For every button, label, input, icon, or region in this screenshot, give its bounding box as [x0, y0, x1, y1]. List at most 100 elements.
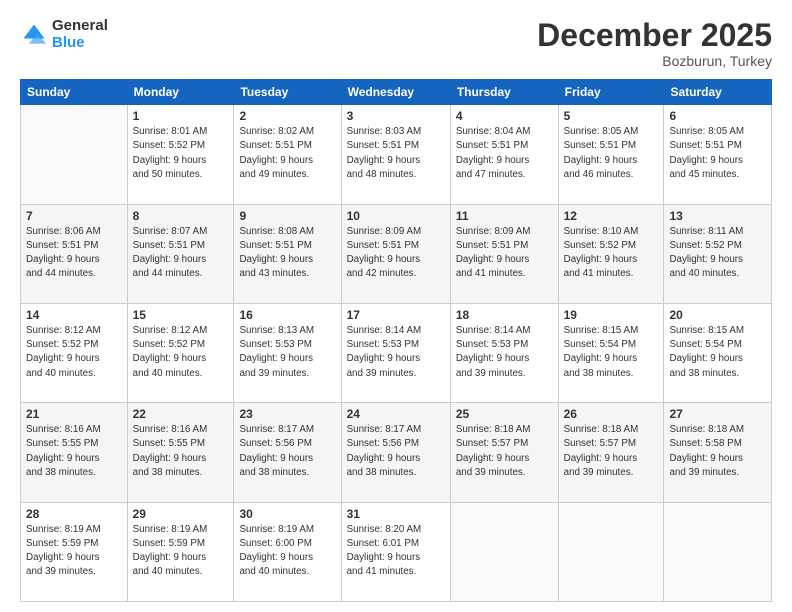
week-row-4: 21 Sunrise: 8:16 AM Sunset: 5:55 PM Dayli… — [21, 403, 772, 502]
calendar-cell — [21, 105, 128, 204]
day-info: Sunrise: 8:17 AM Sunset: 5:56 PM Dayligh… — [239, 423, 335, 480]
day-info: Sunrise: 8:20 AM Sunset: 6:01 PM Dayligh… — [347, 523, 445, 580]
calendar-cell: 30Sunrise: 8:19 AM Sunset: 6:00 PM Dayli… — [234, 502, 341, 601]
day-info: Sunrise: 8:04 AM Sunset: 5:51 PM Dayligh… — [456, 125, 553, 182]
calendar-cell: 23 Sunrise: 8:17 AM Sunset: 5:56 PM Dayli… — [234, 403, 341, 502]
day-info: Sunrise: 8:17 AM Sunset: 5:56 PM Dayligh… — [347, 423, 445, 480]
calendar-cell: 31 Sunrise: 8:20 AM Sunset: 6:01 PM Dayli… — [341, 502, 450, 601]
day-number: 9 — [239, 209, 335, 223]
day-info: Sunrise: 8:12 AM Sunset: 5:52 PM Dayligh… — [26, 324, 122, 381]
day-info: Sunrise: 8:13 AM Sunset: 5:53 PM Dayligh… — [239, 324, 335, 381]
day-number: 18 — [456, 308, 553, 322]
calendar-cell: 4 Sunrise: 8:04 AM Sunset: 5:51 PM Daylig… — [450, 105, 558, 204]
day-info: Sunrise: 8:12 AM Sunset: 5:52 PM Dayligh… — [133, 324, 229, 381]
calendar-cell: 8Sunrise: 8:07 AM Sunset: 5:51 PM Daylig… — [127, 204, 234, 303]
day-info: Sunrise: 8:15 AM Sunset: 5:54 PM Dayligh… — [669, 324, 766, 381]
calendar-cell — [558, 502, 664, 601]
calendar-cell: 7 Sunrise: 8:06 AM Sunset: 5:51 PM Daylig… — [21, 204, 128, 303]
week-row-1: 1Sunrise: 8:01 AM Sunset: 5:52 PM Daylig… — [21, 105, 772, 204]
day-number: 7 — [26, 209, 122, 223]
day-info: Sunrise: 8:10 AM Sunset: 5:52 PM Dayligh… — [564, 225, 659, 282]
day-number: 26 — [564, 407, 659, 421]
day-info: Sunrise: 8:09 AM Sunset: 5:51 PM Dayligh… — [347, 225, 445, 282]
logo-blue: Blue — [52, 35, 108, 52]
calendar-table: SundayMondayTuesdayWednesdayThursdayFrid… — [20, 79, 772, 602]
day-info: Sunrise: 8:07 AM Sunset: 5:51 PM Dayligh… — [133, 225, 229, 282]
week-row-3: 14 Sunrise: 8:12 AM Sunset: 5:52 PM Dayli… — [21, 303, 772, 402]
calendar-cell: 3 Sunrise: 8:03 AM Sunset: 5:51 PM Daylig… — [341, 105, 450, 204]
calendar-cell: 21 Sunrise: 8:16 AM Sunset: 5:55 PM Dayli… — [21, 403, 128, 502]
day-info: Sunrise: 8:14 AM Sunset: 5:53 PM Dayligh… — [347, 324, 445, 381]
weekday-saturday: Saturday — [664, 80, 772, 105]
week-row-5: 28 Sunrise: 8:19 AM Sunset: 5:59 PM Dayli… — [21, 502, 772, 601]
weekday-header-row: SundayMondayTuesdayWednesdayThursdayFrid… — [21, 80, 772, 105]
day-info: Sunrise: 8:19 AM Sunset: 5:59 PM Dayligh… — [26, 523, 122, 580]
logo: General Blue — [20, 18, 108, 51]
calendar-cell: 29 Sunrise: 8:19 AM Sunset: 5:59 PM Dayli… — [127, 502, 234, 601]
calendar-cell: 17 Sunrise: 8:14 AM Sunset: 5:53 PM Dayli… — [341, 303, 450, 402]
calendar-cell: 2Sunrise: 8:02 AM Sunset: 5:51 PM Daylig… — [234, 105, 341, 204]
day-info: Sunrise: 8:15 AM Sunset: 5:54 PM Dayligh… — [564, 324, 659, 381]
calendar-cell: 11Sunrise: 8:09 AM Sunset: 5:51 PM Dayli… — [450, 204, 558, 303]
day-info: Sunrise: 8:19 AM Sunset: 5:59 PM Dayligh… — [133, 523, 229, 580]
day-info: Sunrise: 8:05 AM Sunset: 5:51 PM Dayligh… — [564, 125, 659, 182]
day-info: Sunrise: 8:03 AM Sunset: 5:51 PM Dayligh… — [347, 125, 445, 182]
day-number: 20 — [669, 308, 766, 322]
calendar-cell — [450, 502, 558, 601]
calendar-cell: 18 Sunrise: 8:14 AM Sunset: 5:53 PM Dayli… — [450, 303, 558, 402]
weekday-tuesday: Tuesday — [234, 80, 341, 105]
calendar-cell: 22Sunrise: 8:16 AM Sunset: 5:55 PM Dayli… — [127, 403, 234, 502]
calendar-cell: 19 Sunrise: 8:15 AM Sunset: 5:54 PM Dayli… — [558, 303, 664, 402]
logo-general: General — [52, 18, 108, 35]
day-number: 6 — [669, 109, 766, 123]
calendar-cell: 28 Sunrise: 8:19 AM Sunset: 5:59 PM Dayli… — [21, 502, 128, 601]
day-number: 19 — [564, 308, 659, 322]
calendar-cell: 5Sunrise: 8:05 AM Sunset: 5:51 PM Daylig… — [558, 105, 664, 204]
day-number: 21 — [26, 407, 122, 421]
calendar-cell: 12Sunrise: 8:10 AM Sunset: 5:52 PM Dayli… — [558, 204, 664, 303]
day-number: 11 — [456, 209, 553, 223]
day-number: 4 — [456, 109, 553, 123]
calendar-cell: 1Sunrise: 8:01 AM Sunset: 5:52 PM Daylig… — [127, 105, 234, 204]
day-number: 16 — [239, 308, 335, 322]
calendar-cell: 10 Sunrise: 8:09 AM Sunset: 5:51 PM Dayli… — [341, 204, 450, 303]
day-info: Sunrise: 8:14 AM Sunset: 5:53 PM Dayligh… — [456, 324, 553, 381]
calendar-cell: 24 Sunrise: 8:17 AM Sunset: 5:56 PM Dayli… — [341, 403, 450, 502]
day-number: 25 — [456, 407, 553, 421]
day-info: Sunrise: 8:18 AM Sunset: 5:57 PM Dayligh… — [564, 423, 659, 480]
calendar-cell: 27Sunrise: 8:18 AM Sunset: 5:58 PM Dayli… — [664, 403, 772, 502]
day-info: Sunrise: 8:18 AM Sunset: 5:58 PM Dayligh… — [669, 423, 766, 480]
day-number: 28 — [26, 507, 122, 521]
calendar-cell: 25 Sunrise: 8:18 AM Sunset: 5:57 PM Dayli… — [450, 403, 558, 502]
weekday-friday: Friday — [558, 80, 664, 105]
calendar-cell: 9 Sunrise: 8:08 AM Sunset: 5:51 PM Daylig… — [234, 204, 341, 303]
day-info: Sunrise: 8:06 AM Sunset: 5:51 PM Dayligh… — [26, 225, 122, 282]
day-number: 14 — [26, 308, 122, 322]
day-number: 31 — [347, 507, 445, 521]
calendar-cell: 15Sunrise: 8:12 AM Sunset: 5:52 PM Dayli… — [127, 303, 234, 402]
day-info: Sunrise: 8:16 AM Sunset: 5:55 PM Dayligh… — [26, 423, 122, 480]
calendar-cell — [664, 502, 772, 601]
day-info: Sunrise: 8:18 AM Sunset: 5:57 PM Dayligh… — [456, 423, 553, 480]
day-info: Sunrise: 8:11 AM Sunset: 5:52 PM Dayligh… — [669, 225, 766, 282]
day-info: Sunrise: 8:05 AM Sunset: 5:51 PM Dayligh… — [669, 125, 766, 182]
page: General Blue December 2025 Bozburun, Tur… — [0, 0, 792, 612]
calendar-cell: 13 Sunrise: 8:11 AM Sunset: 5:52 PM Dayli… — [664, 204, 772, 303]
day-number: 29 — [133, 507, 229, 521]
day-info: Sunrise: 8:08 AM Sunset: 5:51 PM Dayligh… — [239, 225, 335, 282]
day-number: 30 — [239, 507, 335, 521]
weekday-sunday: Sunday — [21, 80, 128, 105]
day-info: Sunrise: 8:02 AM Sunset: 5:51 PM Dayligh… — [239, 125, 335, 182]
weekday-thursday: Thursday — [450, 80, 558, 105]
day-number: 13 — [669, 209, 766, 223]
calendar-cell: 20 Sunrise: 8:15 AM Sunset: 5:54 PM Dayli… — [664, 303, 772, 402]
day-number: 23 — [239, 407, 335, 421]
day-number: 10 — [347, 209, 445, 223]
day-number: 24 — [347, 407, 445, 421]
day-number: 17 — [347, 308, 445, 322]
calendar-cell: 6 Sunrise: 8:05 AM Sunset: 5:51 PM Daylig… — [664, 105, 772, 204]
day-number: 3 — [347, 109, 445, 123]
calendar-cell: 26 Sunrise: 8:18 AM Sunset: 5:57 PM Dayli… — [558, 403, 664, 502]
location-subtitle: Bozburun, Turkey — [537, 53, 772, 69]
logo-text: General Blue — [52, 18, 108, 51]
